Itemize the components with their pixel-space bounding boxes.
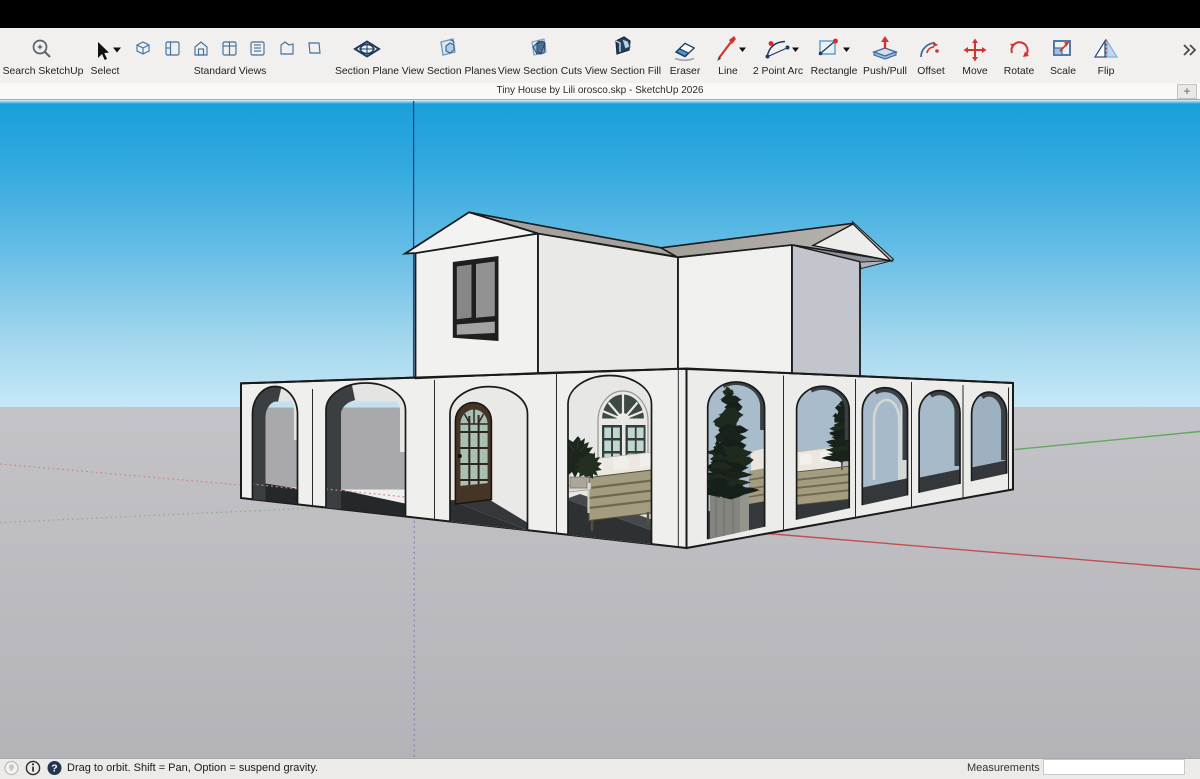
svg-text:?: ? — [51, 763, 57, 775]
